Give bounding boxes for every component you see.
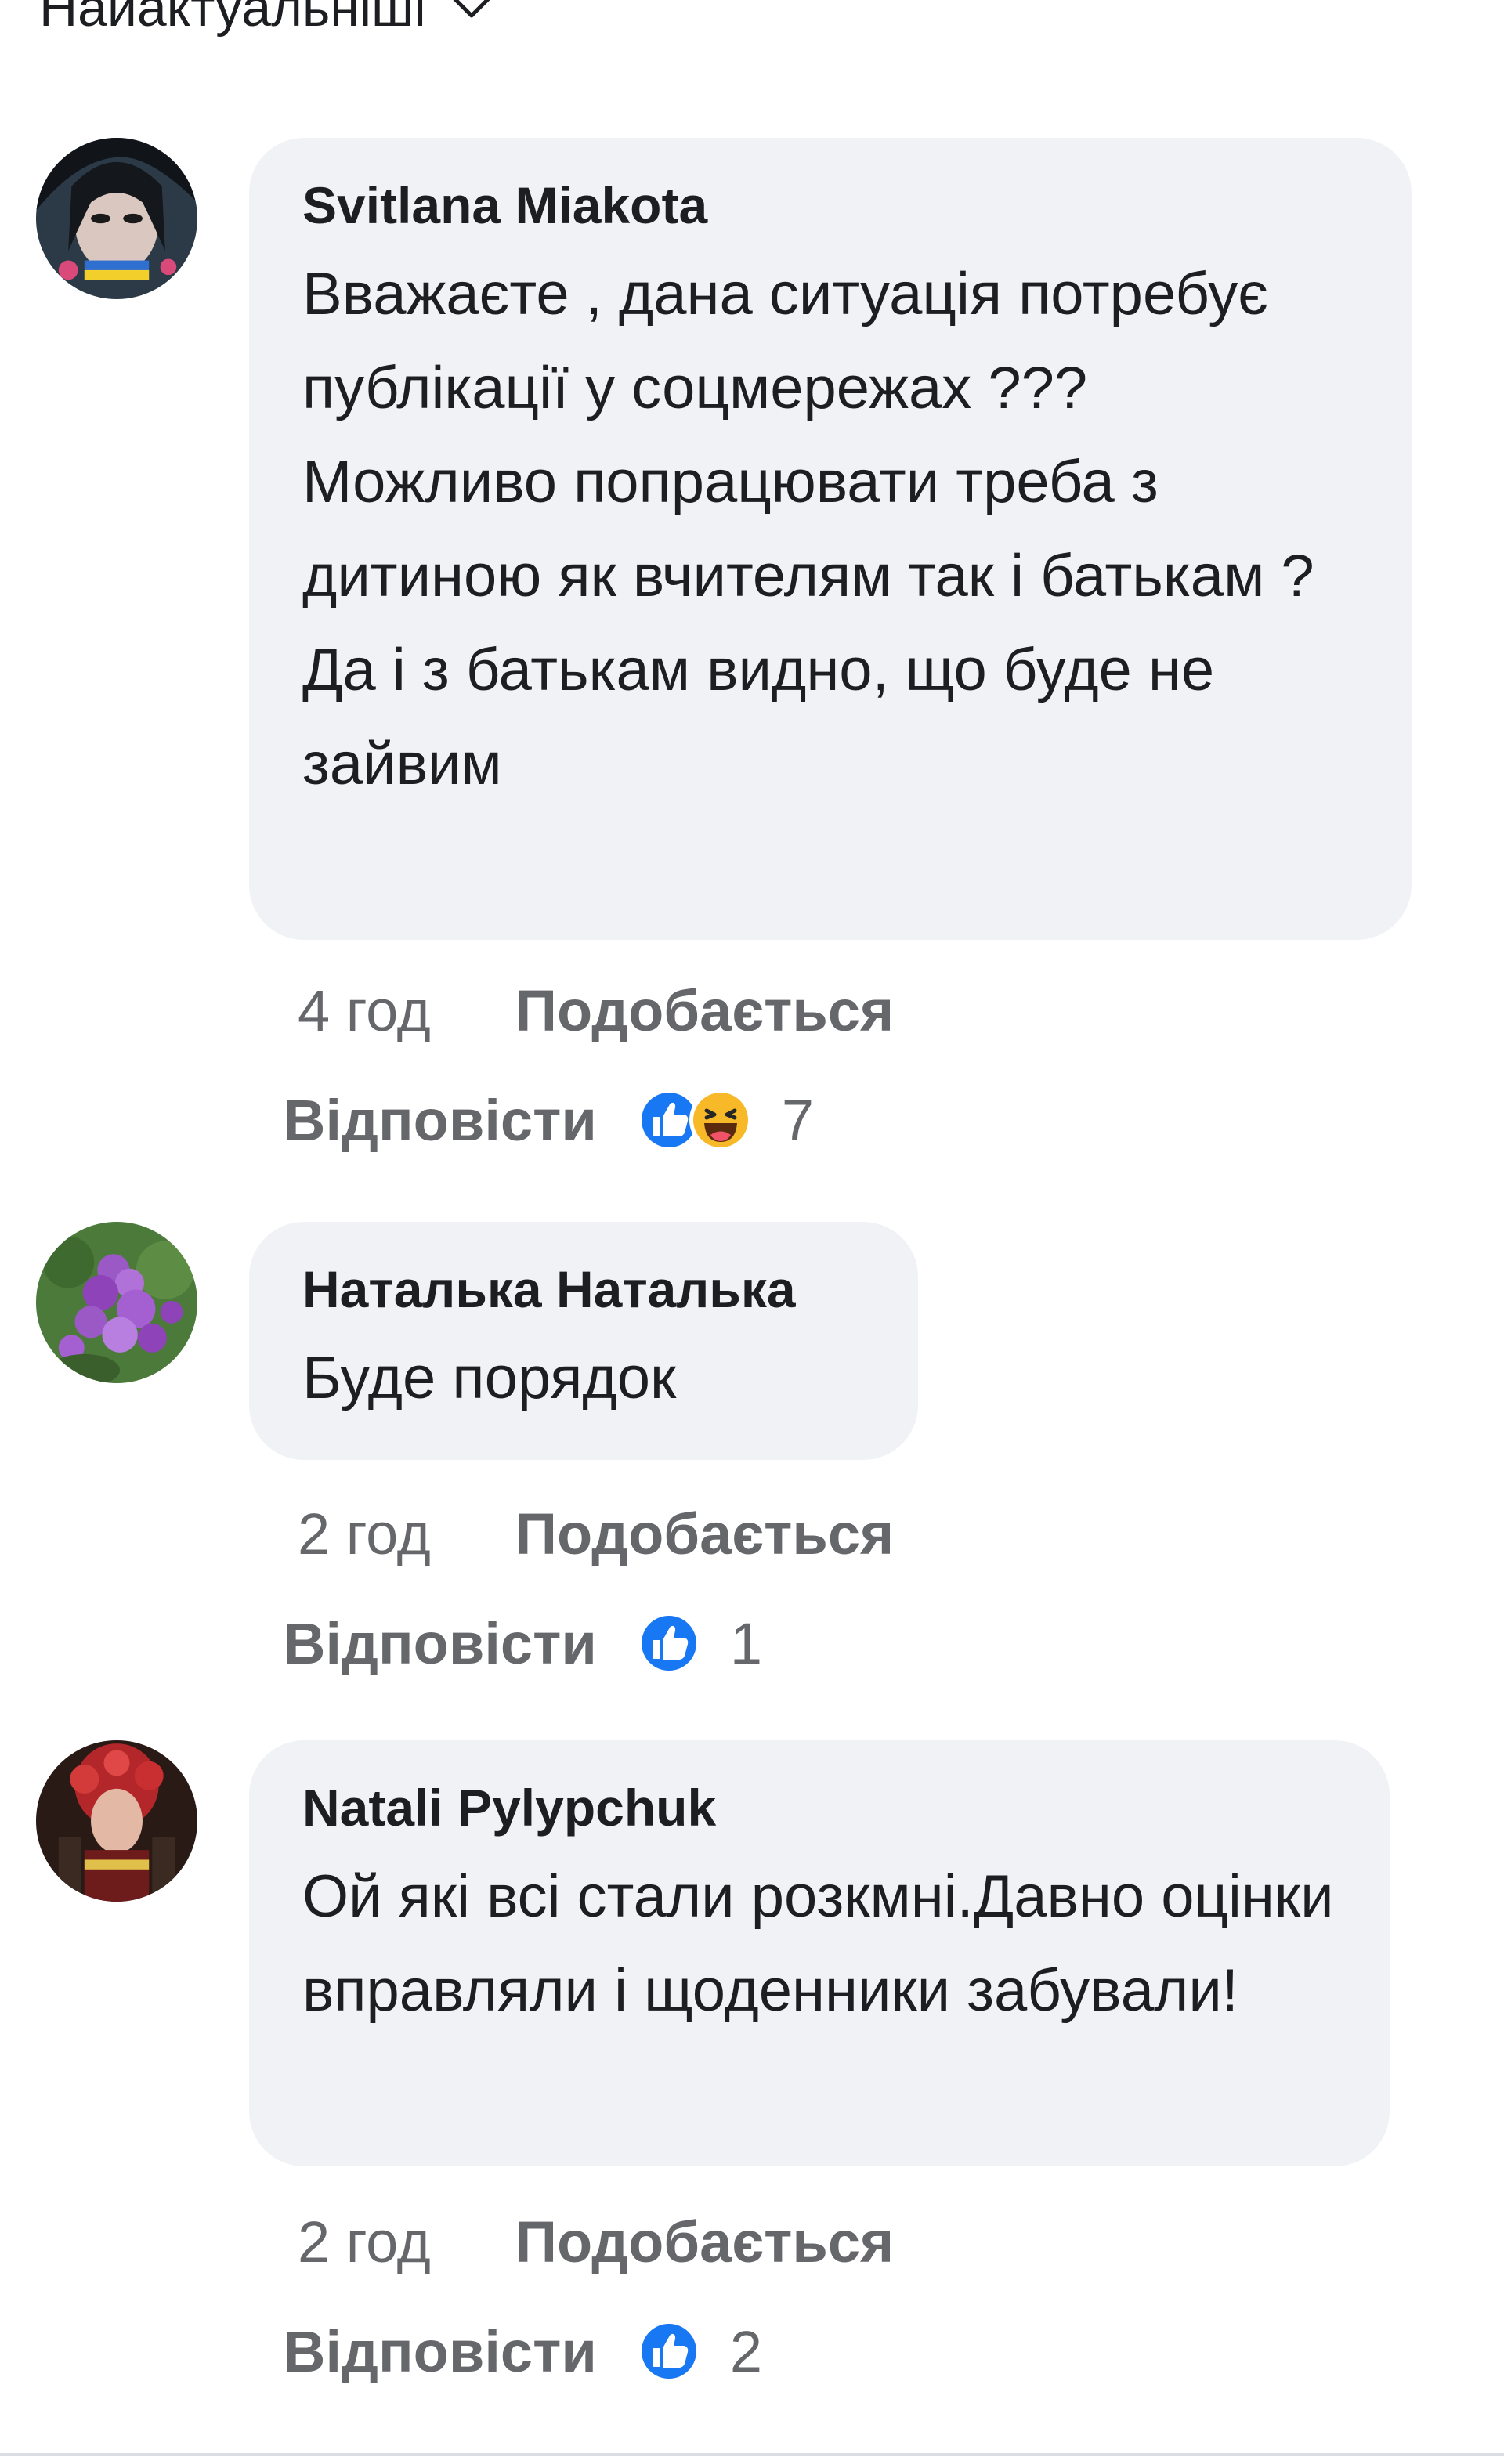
reactions-summary[interactable]: 7 — [636, 1087, 814, 1154]
comment-meta: 2 год Подобається — [298, 2202, 894, 2281]
reaction-count: 1 — [729, 1610, 762, 1676]
comment-time[interactable]: 4 год — [298, 977, 431, 1044]
sort-label: Найактуальніші — [39, 0, 426, 38]
comment-meta: 4 год Подобається — [298, 971, 894, 1050]
comment-author[interactable]: Natali Pylypchuk — [302, 1776, 1335, 1839]
reply-button[interactable]: Відповісти — [284, 1087, 597, 1154]
comment-bubble: Svitlana Miakota Вважаєте , дана ситуаці… — [249, 138, 1412, 940]
comment-author[interactable]: Svitlana Miakota — [302, 174, 1357, 237]
comment-actions: Відповісти 1 — [284, 1604, 762, 1682]
avatar-image — [36, 1222, 197, 1383]
comment-bubble: Natali Pylypchuk Ой які всі стали розкмн… — [249, 1740, 1390, 2166]
comment-text: Буде порядок — [302, 1345, 677, 1411]
sort-dropdown[interactable]: Найактуальніші — [39, 0, 494, 39]
comment-text: Вважаєте , дана ситуація потребує публік… — [302, 261, 1314, 797]
reactions-summary[interactable]: 2 — [636, 2318, 762, 2385]
like-button[interactable]: Подобається — [515, 2209, 894, 2275]
haha-reaction-icon — [688, 1087, 754, 1153]
avatar[interactable] — [36, 1222, 197, 1383]
comment-text: Ой які всі стали розкмні.Давно оцінки вп… — [302, 1863, 1334, 2024]
comment-time[interactable]: 2 год — [298, 1501, 431, 1567]
avatar-image — [36, 138, 197, 299]
like-reaction-icon — [636, 1610, 702, 1676]
comment-bubble: Наталька Наталька Буде порядок — [249, 1222, 918, 1460]
reaction-count: 7 — [781, 1087, 814, 1153]
like-button[interactable]: Подобається — [515, 977, 894, 1044]
reactions-summary[interactable]: 1 — [636, 1610, 762, 1677]
reaction-count: 2 — [729, 2318, 762, 2384]
avatar[interactable] — [36, 1740, 197, 1902]
reply-button[interactable]: Відповісти — [284, 2318, 597, 2385]
comment-meta: 2 год Подобається — [298, 1494, 894, 1573]
like-button[interactable]: Подобається — [515, 1501, 894, 1567]
chevron-down-icon — [453, 0, 490, 18]
comment-actions: Відповісти 7 — [284, 1081, 814, 1159]
comment-author[interactable]: Наталька Наталька — [302, 1258, 863, 1321]
like-reaction-icon — [636, 2318, 702, 2384]
avatar[interactable] — [36, 138, 197, 299]
avatar-image — [36, 1740, 197, 1902]
reply-button[interactable]: Відповісти — [284, 1610, 597, 1677]
divider — [0, 2453, 1504, 2456]
comment-actions: Відповісти 2 — [284, 2312, 762, 2390]
comment-time[interactable]: 2 год — [298, 2209, 431, 2275]
